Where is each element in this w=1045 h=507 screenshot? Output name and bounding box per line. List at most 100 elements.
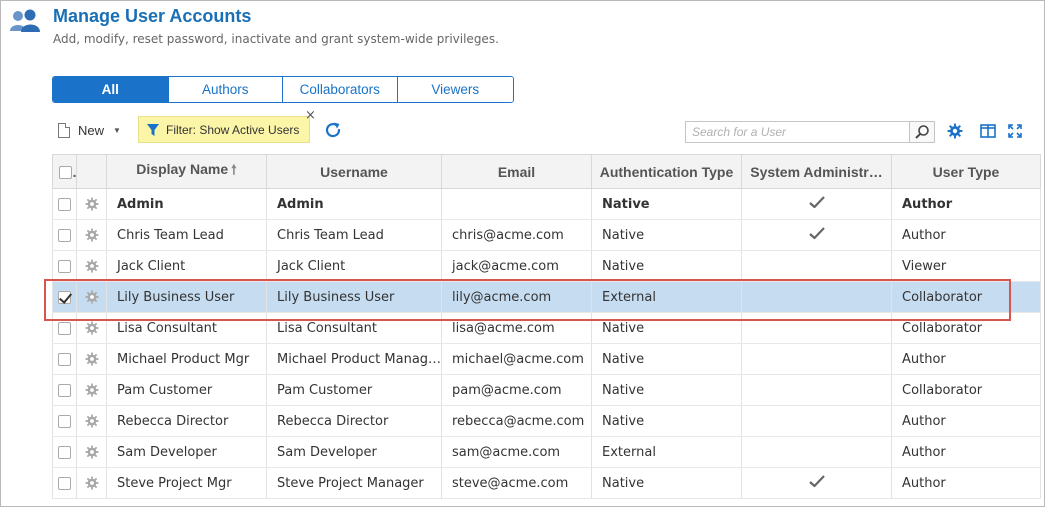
cell-email: michael@acme.com bbox=[441, 343, 592, 375]
select-all-checkbox[interactable] bbox=[59, 166, 72, 180]
row-gear-icon[interactable] bbox=[84, 197, 99, 211]
row-actions-cell[interactable] bbox=[76, 188, 107, 220]
row-gear-icon[interactable] bbox=[84, 476, 99, 490]
settings-gear-icon[interactable] bbox=[945, 121, 965, 141]
row-select-cell[interactable] bbox=[52, 467, 77, 499]
row-select-cell[interactable] bbox=[52, 250, 77, 282]
table-row[interactable]: Chris Team Lead Chris Team Lead chris@acme… bbox=[52, 219, 1041, 251]
cell-email bbox=[441, 188, 592, 220]
new-button[interactable]: New ▼ bbox=[58, 119, 121, 141]
row-actions-cell[interactable] bbox=[76, 343, 107, 375]
row-checkbox[interactable] bbox=[58, 476, 71, 490]
row-checkbox[interactable] bbox=[58, 414, 71, 428]
table-row[interactable]: Pam Customer Pam Customer pam@acme.com Nati… bbox=[52, 374, 1041, 406]
column-header-user-type[interactable]: User Type bbox=[891, 154, 1041, 189]
search-button[interactable] bbox=[909, 121, 935, 143]
refresh-icon[interactable] bbox=[323, 120, 343, 140]
cell-username: Rebecca Director bbox=[266, 405, 442, 437]
column-header-username[interactable]: Username bbox=[266, 154, 442, 189]
row-checkbox[interactable] bbox=[58, 352, 71, 366]
cell-user-type: Collaborator bbox=[891, 281, 1041, 313]
row-actions-cell[interactable] bbox=[76, 405, 107, 437]
row-checkbox[interactable] bbox=[58, 383, 71, 397]
table-row[interactable]: Sam Developer Sam Developer sam@acme.com Ex… bbox=[52, 436, 1041, 468]
cell-user-type: Author bbox=[891, 467, 1041, 499]
cell-user-type: Author bbox=[891, 343, 1041, 375]
close-filter-icon[interactable]: × bbox=[305, 108, 316, 123]
search-input[interactable] bbox=[685, 121, 910, 143]
row-gear-icon[interactable] bbox=[84, 445, 99, 459]
row-actions-cell[interactable] bbox=[76, 219, 107, 251]
cell-username: Lily Business User bbox=[266, 281, 442, 313]
cell-authentication-type: Native bbox=[591, 343, 742, 375]
row-select-cell[interactable] bbox=[52, 312, 77, 344]
tab-collaborators[interactable]: Collaborators bbox=[282, 77, 397, 102]
row-select-cell[interactable] bbox=[52, 188, 77, 220]
table-row[interactable]: Rebecca Director Rebecca Director rebecca@… bbox=[52, 405, 1041, 437]
row-actions-cell[interactable] bbox=[76, 467, 107, 499]
cell-authentication-type: Native bbox=[591, 219, 742, 251]
cell-system-administrator bbox=[741, 250, 892, 282]
table-row[interactable]: Steve Project Mgr Steve Project Manager st… bbox=[52, 467, 1041, 499]
cell-authentication-type: Native bbox=[591, 374, 742, 406]
row-gear-icon[interactable] bbox=[84, 352, 99, 366]
tab-all[interactable]: All bbox=[53, 77, 168, 102]
cell-system-administrator bbox=[741, 374, 892, 406]
row-checkbox[interactable] bbox=[58, 290, 71, 304]
cell-authentication-type: Native bbox=[591, 312, 742, 344]
row-select-cell[interactable] bbox=[52, 436, 77, 468]
row-select-cell[interactable] bbox=[52, 219, 77, 251]
column-header-display-name[interactable]: Display Name 🠕 bbox=[106, 154, 267, 189]
row-checkbox[interactable] bbox=[58, 197, 71, 211]
row-actions-cell[interactable] bbox=[76, 374, 107, 406]
table-row[interactable]: Admin Admin Native Author bbox=[52, 188, 1041, 220]
row-gear-icon[interactable] bbox=[84, 414, 99, 428]
table-row[interactable]: Lisa Consultant Lisa Consultant lisa@acme.… bbox=[52, 312, 1041, 344]
cell-system-administrator bbox=[741, 343, 892, 375]
cell-user-type: Author bbox=[891, 436, 1041, 468]
row-actions-cell[interactable] bbox=[76, 312, 107, 344]
table-row[interactable]: Lily Business User Lily Business User lily… bbox=[52, 281, 1041, 313]
column-header-email[interactable]: Email bbox=[441, 154, 592, 189]
row-gear-icon[interactable] bbox=[84, 228, 99, 242]
tab-viewers[interactable]: Viewers bbox=[396, 77, 513, 102]
row-gear-icon[interactable] bbox=[84, 290, 99, 304]
cell-username: Lisa Consultant bbox=[266, 312, 442, 344]
select-all-header[interactable] bbox=[52, 154, 77, 189]
tab-authors[interactable]: Authors bbox=[167, 77, 282, 102]
cell-display-name: Michael Product Mgr bbox=[106, 343, 267, 375]
column-header-authentication-type[interactable]: Authentication Type bbox=[591, 154, 742, 189]
cell-email: sam@acme.com bbox=[441, 436, 592, 468]
expand-icon[interactable] bbox=[1005, 121, 1025, 141]
active-users-filter[interactable]: Filter: Show Active Users bbox=[138, 116, 310, 143]
row-select-cell[interactable] bbox=[52, 405, 77, 437]
columns-icon[interactable] bbox=[978, 121, 998, 141]
cell-username: Jack Client bbox=[266, 250, 442, 282]
cell-email: rebecca@acme.com bbox=[441, 405, 592, 437]
cell-username: Pam Customer bbox=[266, 374, 442, 406]
row-actions-cell[interactable] bbox=[76, 250, 107, 282]
table-row[interactable]: Jack Client Jack Client jack@acme.com Nativ… bbox=[52, 250, 1041, 282]
row-gear-icon[interactable] bbox=[84, 259, 99, 273]
row-checkbox[interactable] bbox=[58, 259, 71, 273]
row-select-cell[interactable] bbox=[52, 281, 77, 313]
cell-authentication-type: External bbox=[591, 436, 742, 468]
row-gear-icon[interactable] bbox=[84, 321, 99, 335]
row-checkbox[interactable] bbox=[58, 228, 71, 242]
users-table: Display Name 🠕 Username Email Authenticat… bbox=[52, 154, 1041, 499]
cell-authentication-type: Native bbox=[591, 250, 742, 282]
table-row[interactable]: Michael Product Mgr Michael Product Manag… bbox=[52, 343, 1041, 375]
funnel-icon bbox=[147, 123, 159, 136]
user-type-tabs: All Authors Collaborators Viewers bbox=[52, 76, 514, 103]
row-gear-icon[interactable] bbox=[84, 383, 99, 397]
row-checkbox[interactable] bbox=[58, 445, 71, 459]
row-actions-cell[interactable] bbox=[76, 281, 107, 313]
cell-user-type: Collaborator bbox=[891, 374, 1041, 406]
row-select-cell[interactable] bbox=[52, 343, 77, 375]
cell-authentication-type: Native bbox=[591, 405, 742, 437]
row-actions-cell[interactable] bbox=[76, 436, 107, 468]
row-checkbox[interactable] bbox=[58, 321, 71, 335]
row-select-cell[interactable] bbox=[52, 374, 77, 406]
column-header-system-administrator[interactable]: System Administr… bbox=[741, 154, 892, 189]
cell-system-administrator bbox=[741, 219, 892, 251]
